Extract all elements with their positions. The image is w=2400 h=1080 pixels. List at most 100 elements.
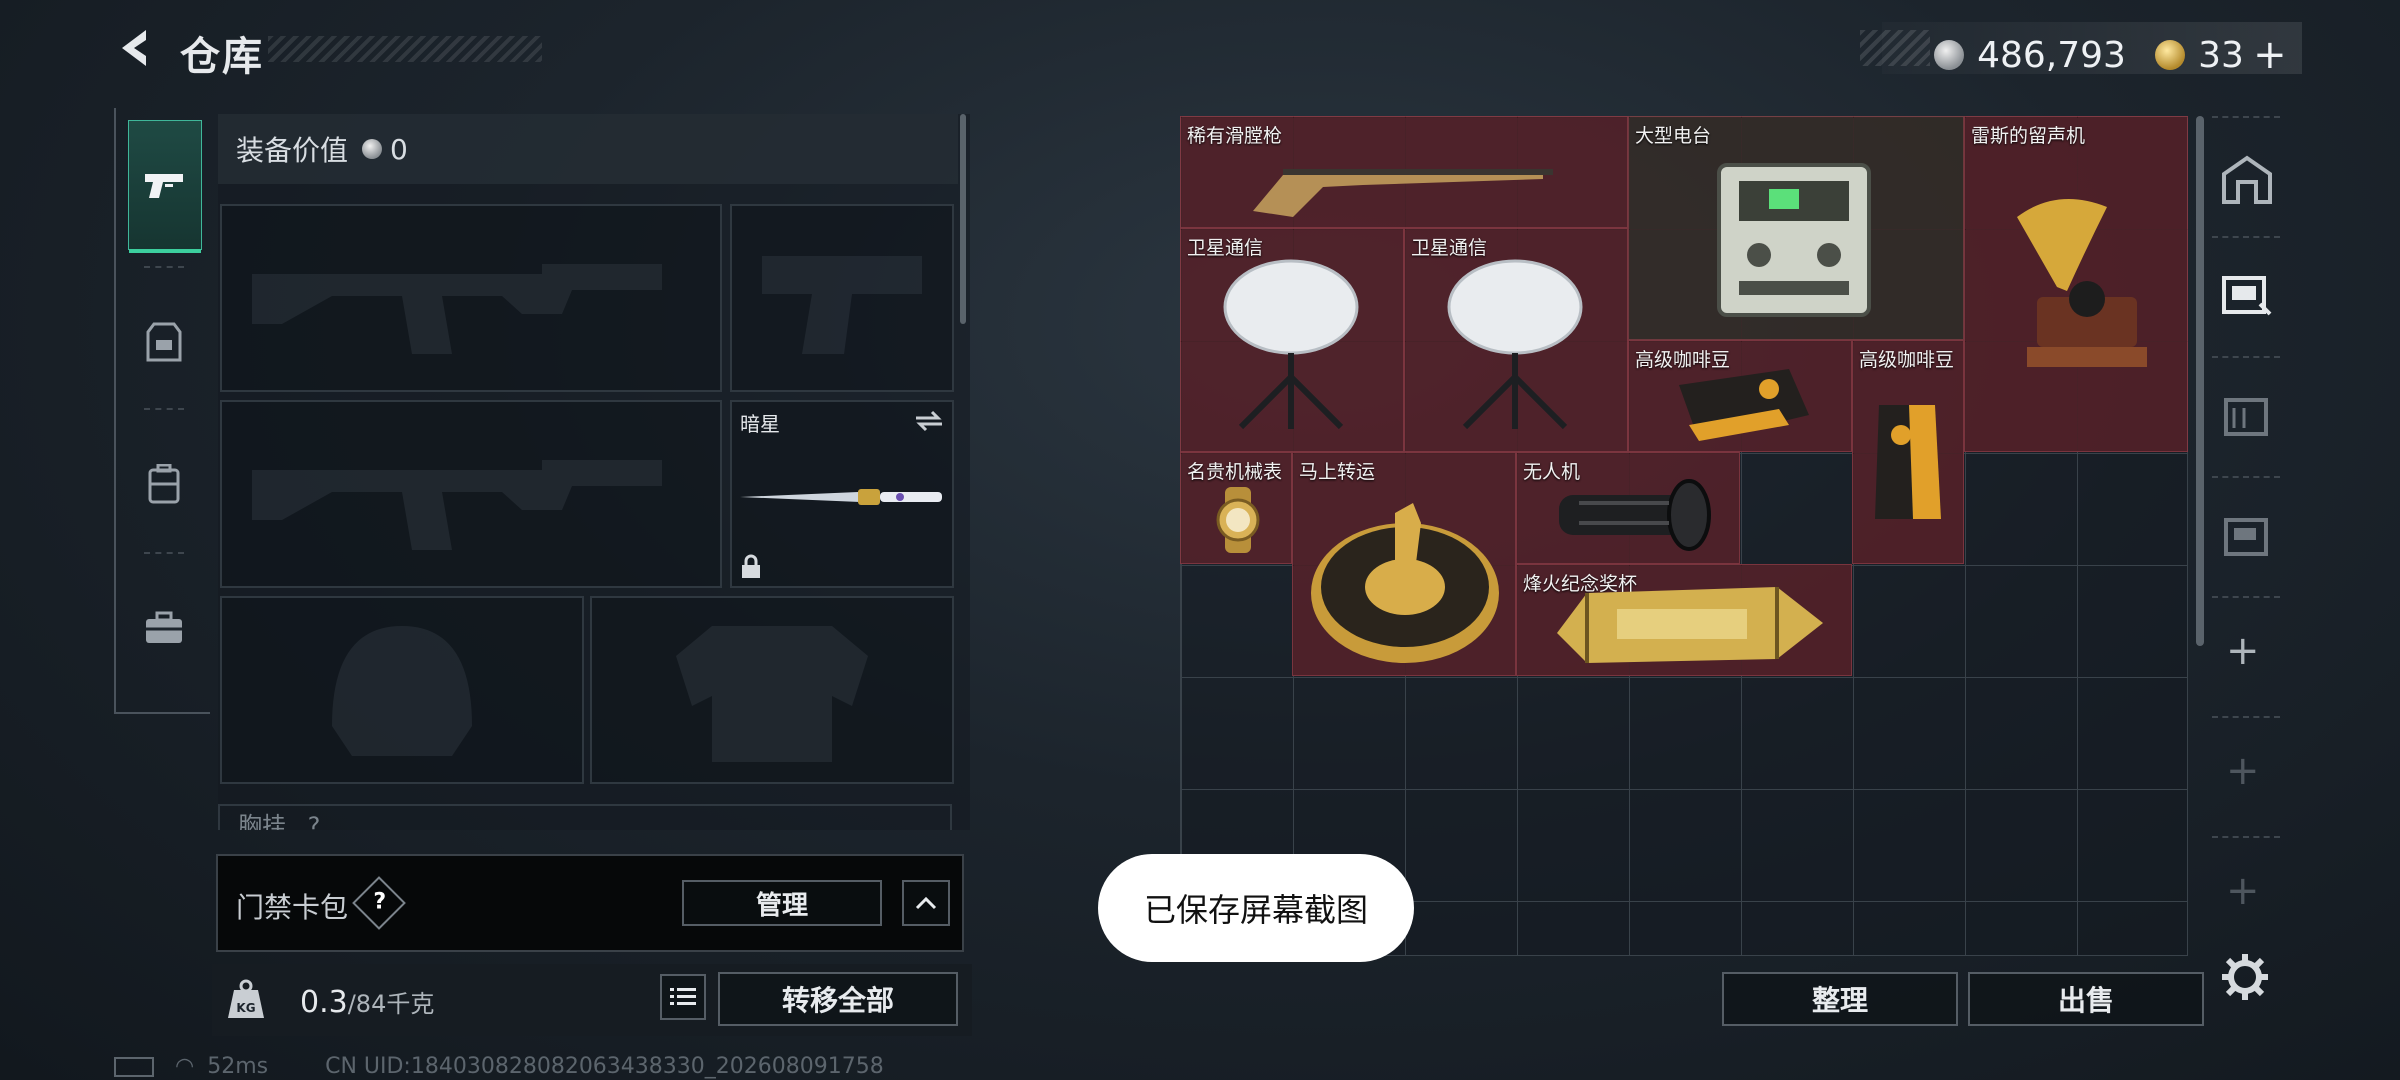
svg-text:KG: KG <box>236 1001 255 1015</box>
pistol-silhouette-icon <box>762 256 922 354</box>
item-label: 高级咖啡豆 <box>1859 349 1955 371</box>
armor-silhouette-icon <box>676 626 868 762</box>
add-storage-3-button[interactable]: + <box>2226 868 2260 914</box>
title-decoration <box>268 36 542 62</box>
coffee-bag-icon <box>1679 369 1809 441</box>
rifle-silhouette-icon <box>252 460 662 550</box>
equipment-value-bar: 装备价值 0 <box>218 114 958 184</box>
back-arrow-icon[interactable] <box>112 24 160 72</box>
melee-slot[interactable]: 暗星 <box>730 400 954 588</box>
loadout-scrollbar[interactable] <box>960 114 966 324</box>
swap-icon[interactable] <box>914 408 944 434</box>
weight-max: /84千克 <box>347 990 435 1018</box>
armor-slot[interactable] <box>590 596 954 784</box>
storage-item[interactable]: 稀有滑膛枪 <box>1180 116 1628 228</box>
lock-icon <box>742 554 760 578</box>
silver-amount: 486,793 <box>1977 34 2126 76</box>
gramophone-icon <box>2017 199 2147 367</box>
briefcase-icon <box>146 611 182 643</box>
backpack-icon <box>148 464 180 504</box>
weight-bar: KG 0.3/84千克 转移全部 <box>212 964 972 1036</box>
collapse-button[interactable] <box>902 880 950 926</box>
item-label: 雷斯的留声机 <box>1971 125 2086 147</box>
user-uid: CN UID:184030828082063438330_20260809175… <box>325 1054 884 1079</box>
storage-scrollbar[interactable] <box>2196 116 2204 646</box>
list-icon <box>670 988 696 1005</box>
silver-coin-icon <box>362 139 383 159</box>
storage-panel: 稀有滑膛枪 大型电台 雷斯的留声机 卫星通信 卫星通信 高级咖啡豆 高级咖啡豆 … <box>1180 116 2188 956</box>
knife-icon <box>740 489 942 505</box>
helmet-slot[interactable] <box>220 596 584 784</box>
storage-item[interactable]: 大型电台 <box>1628 116 1964 340</box>
item-label: 大型电台 <box>1635 125 1712 147</box>
storage-item[interactable]: 马上转运 <box>1292 452 1516 676</box>
transfer-all-button[interactable]: 转移全部 <box>718 972 958 1026</box>
page-title: 仓库 <box>180 34 264 80</box>
gold-coin-icon <box>2155 40 2186 70</box>
item-label: 名贵机械表 <box>1187 461 1283 483</box>
category-tabs <box>114 108 210 714</box>
weight-readout: 0.3/84千克 <box>300 984 434 1020</box>
manage-button[interactable]: 管理 <box>682 880 882 926</box>
add-currency-button[interactable]: + <box>2253 32 2287 78</box>
ping-readout: 52ms <box>207 1054 269 1079</box>
add-storage-1-button[interactable]: + <box>2226 628 2260 674</box>
tab-armor[interactable] <box>128 278 200 406</box>
tab-toolbox[interactable] <box>128 564 200 692</box>
chest-rig-label: 胸挂 <box>238 812 286 830</box>
weight-icon: KG <box>228 979 264 1018</box>
storage-item[interactable]: 烽火纪念奖杯 <box>1516 564 1852 676</box>
chest-rig-help: ? <box>307 812 321 830</box>
storage-item[interactable]: 高级咖啡豆 <box>1852 340 1964 564</box>
status-bar: ◠ 52ms CN UID:184030828082063438330_2026… <box>114 1054 884 1079</box>
drone-icon <box>1559 479 1711 551</box>
add-storage-2-button[interactable]: + <box>2226 748 2260 794</box>
vest-icon <box>146 322 182 362</box>
lucky-wheel-icon <box>1311 503 1499 663</box>
pistol-icon <box>145 174 183 198</box>
list-view-button[interactable] <box>660 974 706 1020</box>
sidearm-slot[interactable] <box>730 204 954 392</box>
satellite-dish-icon <box>1447 259 1583 430</box>
storage-box-1-icon[interactable] <box>2220 268 2274 322</box>
primary-weapon-slot[interactable] <box>220 204 722 392</box>
help-icon[interactable]: ? <box>352 876 406 930</box>
equipment-value-amount: 0 <box>390 132 408 166</box>
equipment-value-label: 装备价值 <box>236 134 349 167</box>
tab-weapons[interactable] <box>128 120 202 253</box>
item-label: 卫星通信 <box>1411 237 1488 259</box>
helmet-silhouette-icon <box>332 626 472 756</box>
rifle-silhouette-icon <box>252 264 662 354</box>
keycard-pack-bar: 门禁卡包 ? 管理 <box>216 854 964 952</box>
tab-backpack[interactable] <box>128 420 200 548</box>
keycard-pack-label: 门禁卡包 <box>236 891 349 924</box>
sort-button[interactable]: 整理 <box>1722 972 1958 1026</box>
musket-icon <box>1253 169 1553 217</box>
settings-gear-icon[interactable] <box>2220 952 2270 1002</box>
storage-box-2-icon[interactable] <box>2220 388 2274 442</box>
storage-item[interactable]: 高级咖啡豆 <box>1628 340 1852 452</box>
secondary-weapon-slot[interactable] <box>220 400 722 588</box>
currency-bar: 486,793 33 + <box>1882 22 2302 78</box>
battery-icon <box>114 1057 154 1077</box>
screenshot-saved-toast: 已保存屏幕截图 <box>1098 854 1414 962</box>
satellite-dish-icon <box>1223 259 1359 430</box>
radio-icon <box>1717 163 1871 317</box>
storage-box-3-icon[interactable] <box>2220 508 2274 562</box>
chest-rig-row[interactable]: 胸挂 ? <box>218 804 952 830</box>
storage-item[interactable]: 卫星通信 <box>1180 228 1404 452</box>
trophy-icon <box>1557 587 1823 663</box>
sell-button[interactable]: 出售 <box>1968 972 2204 1026</box>
item-label: 卫星通信 <box>1187 237 1264 259</box>
weight-current: 0.3 <box>300 985 348 1020</box>
storage-item[interactable]: 无人机 <box>1516 452 1740 564</box>
item-label: 马上转运 <box>1299 461 1376 483</box>
storage-item[interactable]: 名贵机械表 <box>1180 452 1292 564</box>
storage-item[interactable]: 雷斯的留声机 <box>1964 116 2188 452</box>
watch-icon <box>1216 487 1260 553</box>
storage-item[interactable]: 卫星通信 <box>1404 228 1628 452</box>
warehouse-icon[interactable] <box>2220 152 2274 206</box>
coffee-bag-icon <box>1875 405 1941 519</box>
gold-amount: 33 <box>2198 34 2244 76</box>
silver-coin-icon <box>1934 40 1964 70</box>
